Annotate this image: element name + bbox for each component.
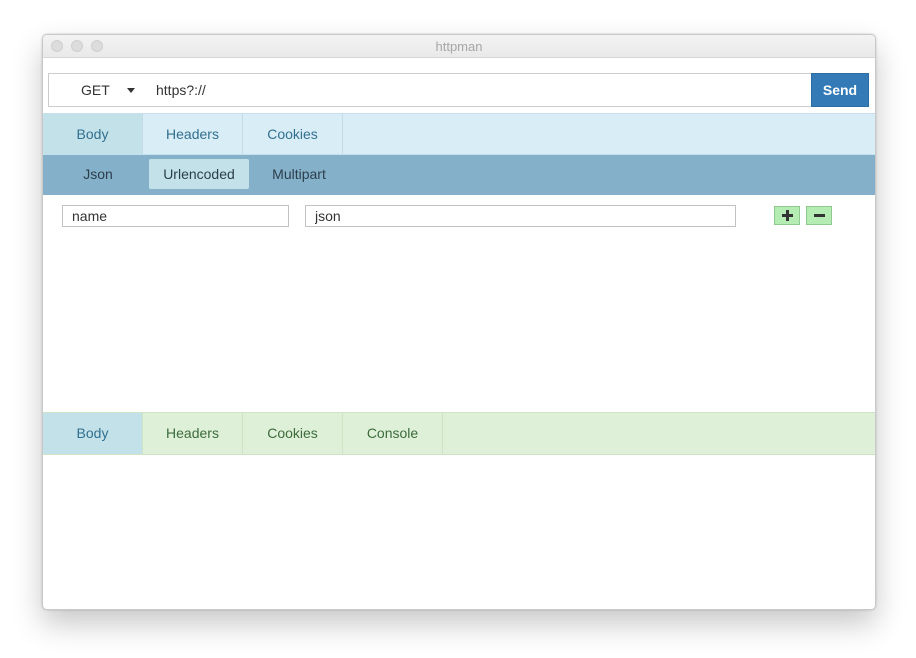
tab-body-urlencoded[interactable]: Urlencoded xyxy=(149,159,249,189)
remove-param-button[interactable] xyxy=(806,206,832,225)
param-name-input[interactable] xyxy=(62,205,289,227)
body-type-tabs: Json Urlencoded Multipart xyxy=(43,155,875,195)
request-tabs: Body Headers Cookies xyxy=(43,113,875,155)
tab-body-multipart[interactable]: Multipart xyxy=(263,159,335,189)
response-body-area xyxy=(43,455,875,609)
app-window: httpman GET Send Body Headers Cookies Js… xyxy=(42,34,876,610)
add-param-button[interactable] xyxy=(774,206,800,225)
tab-request-body[interactable]: Body xyxy=(43,114,143,154)
tab-body-json[interactable]: Json xyxy=(68,159,128,189)
tab-request-cookies[interactable]: Cookies xyxy=(243,114,343,154)
method-value: GET xyxy=(81,82,110,98)
send-button[interactable]: Send xyxy=(811,73,869,107)
param-value-input[interactable] xyxy=(305,205,736,227)
url-input[interactable] xyxy=(148,73,818,107)
tab-response-cookies[interactable]: Cookies xyxy=(243,413,343,454)
tab-response-console[interactable]: Console xyxy=(343,413,443,454)
method-select[interactable]: GET xyxy=(48,73,149,107)
tab-request-headers[interactable]: Headers xyxy=(143,114,243,154)
response-tabs: Body Headers Cookies Console xyxy=(43,412,875,455)
window-title: httpman xyxy=(435,39,483,54)
tab-response-body[interactable]: Body xyxy=(43,413,143,454)
title-bar: httpman xyxy=(43,35,875,58)
chevron-down-icon xyxy=(127,88,135,93)
tab-response-headers[interactable]: Headers xyxy=(143,413,243,454)
request-bar: GET Send xyxy=(48,73,870,107)
